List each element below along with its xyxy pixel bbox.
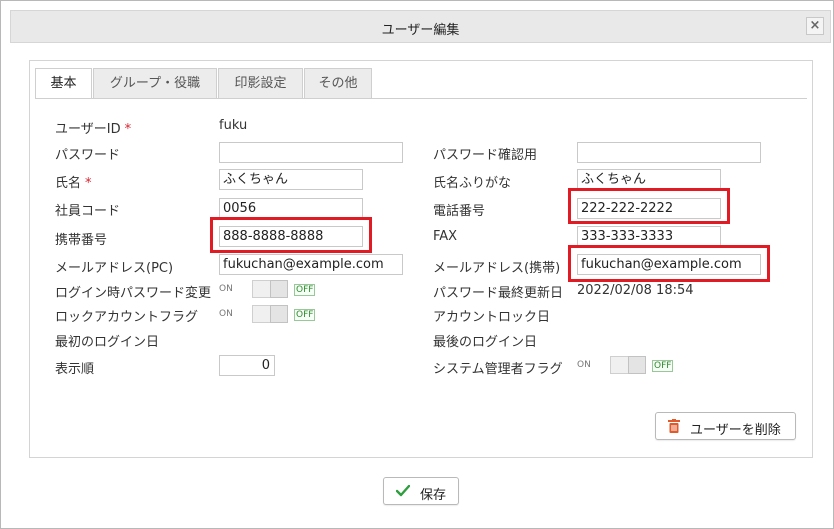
password-label: パスワード	[55, 148, 121, 163]
mobile-label: 携帯番号	[55, 233, 108, 248]
fax-label: FAX	[433, 229, 458, 244]
delete-user-button[interactable]: ユーザーを削除	[655, 412, 796, 440]
account-lock-date-label: アカウントロック日	[433, 310, 551, 325]
required-mark: *	[85, 176, 92, 191]
login-pw-change-label: ログイン時パスワード変更	[55, 286, 212, 301]
name-kana-label: 氏名ふりがな	[433, 176, 512, 191]
dialog-title: ユーザー編集	[381, 23, 460, 38]
trash-icon	[668, 419, 680, 437]
lock-account-toggle[interactable]: ON OFF	[219, 305, 319, 323]
required-mark: *	[124, 122, 132, 137]
pw-last-update-value: 2022/02/08 18:54	[577, 283, 694, 298]
tab-basic[interactable]: 基本	[35, 68, 92, 99]
toggle-knob[interactable]	[270, 305, 288, 323]
display-order-input[interactable]: 0	[219, 355, 275, 376]
password-confirm-input[interactable]	[577, 142, 761, 163]
email-pc-input[interactable]: fukuchan@example.com	[219, 254, 403, 275]
email-mobile-highlight-box	[568, 245, 770, 282]
name-kana-input[interactable]: ふくちゃん	[577, 169, 721, 190]
toggle-knob[interactable]	[628, 356, 646, 374]
toggle-knob[interactable]	[270, 280, 288, 298]
toggle-on-label: ON	[219, 309, 233, 319]
last-login-label: 最後のログイン日	[433, 335, 538, 350]
toggle-on-label: ON	[577, 360, 591, 370]
password-confirm-label: パスワード確認用	[433, 148, 538, 163]
sysadmin-label: システム管理者フラグ	[433, 362, 563, 377]
save-button[interactable]: 保存	[383, 477, 459, 505]
toggle-on-label: ON	[219, 284, 233, 294]
sysadmin-toggle[interactable]: ON OFF	[577, 356, 677, 374]
lock-account-label: ロックアカウントフラグ	[55, 310, 199, 325]
phone-label: 電話番号	[433, 204, 486, 219]
display-order-label: 表示順	[55, 362, 95, 377]
toggle-switch[interactable]	[252, 280, 288, 298]
login-pw-change-toggle[interactable]: ON OFF	[219, 280, 319, 298]
name-label: 氏名 *	[55, 176, 92, 191]
employee-code-label: 社員コード	[55, 204, 121, 219]
email-pc-label: メールアドレス(PC)	[55, 261, 174, 276]
tab-seal-settings[interactable]: 印影設定	[218, 68, 303, 99]
name-input[interactable]: ふくちゃん	[219, 169, 363, 190]
toggle-switch[interactable]	[610, 356, 646, 374]
fax-input[interactable]: 333-333-3333	[577, 226, 721, 247]
tab-other[interactable]: その他	[304, 68, 372, 99]
mobile-highlight-box	[210, 217, 372, 253]
close-icon[interactable]: ×	[806, 17, 824, 35]
user-id-label: ユーザーID *	[55, 122, 132, 137]
delete-user-label: ユーザーを削除	[690, 423, 781, 438]
toggle-off-label: OFF	[652, 360, 674, 372]
password-input[interactable]	[219, 142, 403, 163]
save-label: 保存	[420, 488, 447, 503]
user-id-value: fuku	[219, 118, 248, 133]
employee-code-input[interactable]: 0056	[219, 198, 363, 219]
pw-last-update-label: パスワード最終更新日	[433, 286, 564, 301]
dialog-titlebar: ユーザー編集 ×	[10, 10, 831, 43]
toggle-off-label: OFF	[294, 309, 316, 321]
toggle-switch[interactable]	[252, 305, 288, 323]
tab-group-role[interactable]: グループ・役職	[93, 68, 217, 99]
toggle-off-label: OFF	[294, 284, 316, 296]
first-login-label: 最初のログイン日	[55, 335, 160, 350]
user-edit-dialog: ユーザー編集 × 基本 グループ・役職 印影設定 その他 ユーザーID * fuk…	[0, 0, 834, 529]
email-mobile-label: メールアドレス(携帯)	[433, 261, 561, 276]
check-icon	[395, 484, 411, 501]
phone-highlight-box	[568, 188, 730, 224]
tab-divider	[35, 98, 807, 99]
